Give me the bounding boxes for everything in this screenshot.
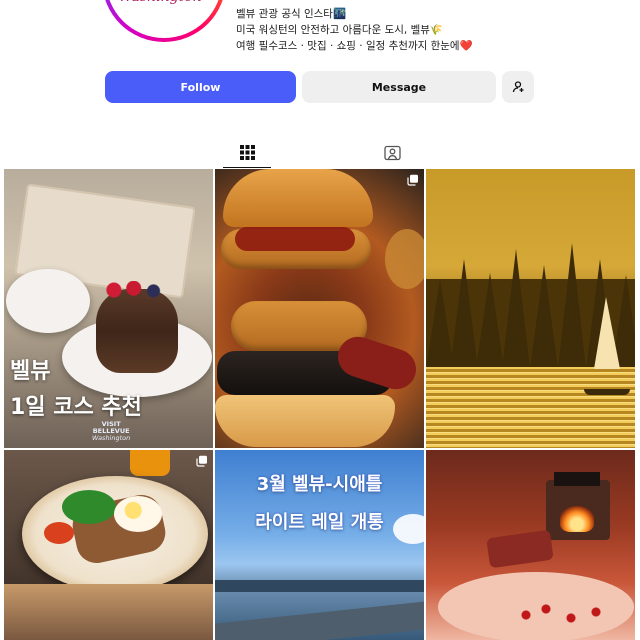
post-5-title-line2: 라이트 레일 개통 <box>255 512 384 533</box>
tab-posts[interactable] <box>223 138 271 168</box>
tagged-icon <box>383 145 401 161</box>
carousel-icon <box>407 174 418 186</box>
bio-line-3: 여행 필수코스 · 맛집 · 쇼핑 · 일정 추천까지 한눈에❤️ <box>236 40 473 52</box>
post-tile-6[interactable] <box>426 450 635 640</box>
post-1-subtitle: 1일 코스 추천 <box>10 395 142 420</box>
post-5-title-line1: 3월 벨뷰-시애틀 <box>256 474 383 495</box>
avatar-logo-text: Washington <box>118 0 202 40</box>
post-tile-5[interactable]: 3월 벨뷰-시애틀 라이트 레일 개통 <box>215 450 424 640</box>
suggest-people-button[interactable] <box>502 71 534 103</box>
bbq-sauce <box>235 227 355 251</box>
sailboat-sail <box>594 297 620 369</box>
yogurt-bowl <box>6 269 90 333</box>
fire <box>560 506 594 532</box>
profile-page: Washington 벨뷰 관광 공식 인스타🌃 미국 워싱턴의 안전하고 아름… <box>0 0 640 640</box>
bridge-road <box>215 600 424 640</box>
background-ring <box>385 229 424 289</box>
bio-line-2: 미국 워싱턴의 안전하고 아름다운 도시, 벨뷰🌾 <box>236 24 443 36</box>
shoreline <box>215 580 424 592</box>
bio-line-1: 벨뷰 관광 공식 인스타🌃 <box>236 8 347 20</box>
television <box>554 472 600 486</box>
carousel-icon <box>196 455 207 467</box>
greens <box>62 490 116 524</box>
restaurant-interior <box>4 584 213 640</box>
add-person-icon <box>512 81 524 93</box>
post-tile-2[interactable] <box>215 169 424 448</box>
lake-water <box>426 367 635 448</box>
profile-avatar[interactable]: Washington <box>102 0 226 42</box>
follow-button[interactable]: Follow <box>105 71 296 103</box>
pillow <box>486 529 554 569</box>
post-tile-3[interactable] <box>426 169 635 448</box>
poached-egg <box>114 496 162 532</box>
berries <box>104 281 170 299</box>
bun-bottom <box>215 395 395 447</box>
sailboat-hull <box>584 389 630 395</box>
post-tile-4[interactable] <box>4 450 213 640</box>
bun-top <box>223 169 373 227</box>
rose-petals <box>516 600 616 630</box>
post-tile-1[interactable]: 벨뷰 1일 코스 추천 VISIT BELLEVUE Washington <box>4 169 213 448</box>
tomato <box>44 522 74 544</box>
profile-bio: 벨뷰 관광 공식 인스타🌃 미국 워싱턴의 안전하고 아름다운 도시, 벨뷰🌾 … <box>236 6 556 54</box>
pancake-stack <box>96 289 178 373</box>
visit-bellevue-logo: VISIT BELLEVUE Washington <box>92 420 131 442</box>
orange-juice <box>130 450 170 476</box>
grid-icon <box>239 145 255 160</box>
tab-tagged[interactable] <box>368 138 416 168</box>
post-1-title: 벨뷰 <box>10 359 51 384</box>
message-button[interactable]: Message <box>302 71 496 103</box>
